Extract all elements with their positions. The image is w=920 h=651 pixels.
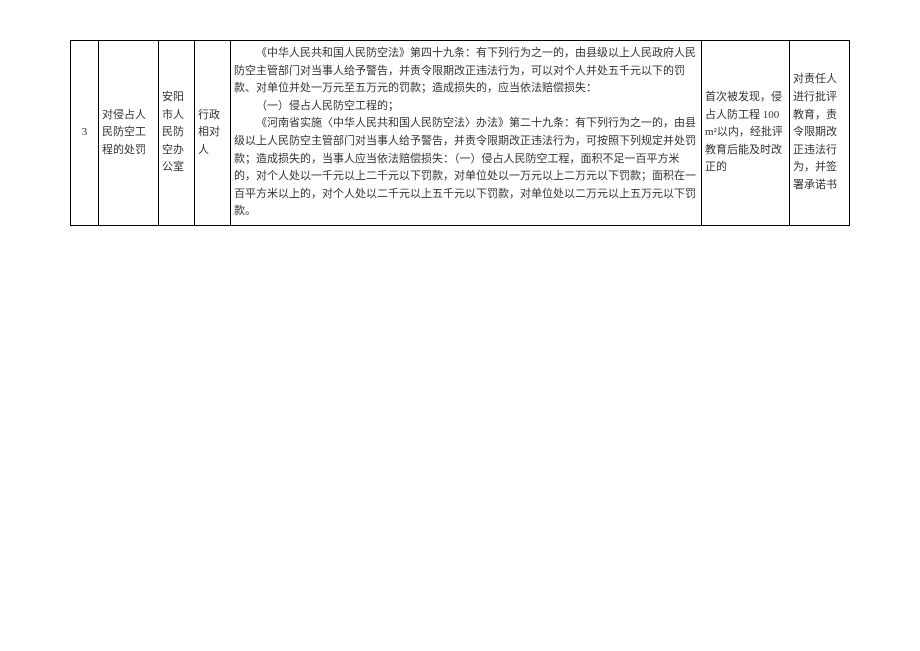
basis-paragraph-3: 《河南省实施〈中华人民共和国人民防空法〉办法》第二十九条：有下列行为之一的，由县… [234, 115, 698, 221]
cell-matter: 对侵占人民防空工程的处罚 [99, 41, 159, 226]
basis-paragraph-2: （一）侵占人民防空工程的； [234, 98, 698, 116]
penalty-table: 3 对侵占人民防空工程的处罚 安阳市人民防空办公室 行政相对人 《中华人民共和国… [70, 40, 850, 226]
cell-condition: 首次被发现，侵占人防工程 100m²以内，经批评教育后能及时改正的 [702, 41, 790, 226]
cell-type: 行政相对人 [195, 41, 231, 226]
basis-paragraph-1: 《中华人民共和国人民防空法》第四十九条：有下列行为之一的，由县级以上人民政府人民… [234, 45, 698, 98]
cell-legal-basis: 《中华人民共和国人民防空法》第四十九条：有下列行为之一的，由县级以上人民政府人民… [231, 41, 702, 226]
cell-result: 对责任人进行批评教育，责令限期改正违法行为，并签署承诺书 [790, 41, 850, 226]
cell-department: 安阳市人民防空办公室 [159, 41, 195, 226]
cell-number: 3 [71, 41, 99, 226]
table-row: 3 对侵占人民防空工程的处罚 安阳市人民防空办公室 行政相对人 《中华人民共和国… [71, 41, 850, 226]
